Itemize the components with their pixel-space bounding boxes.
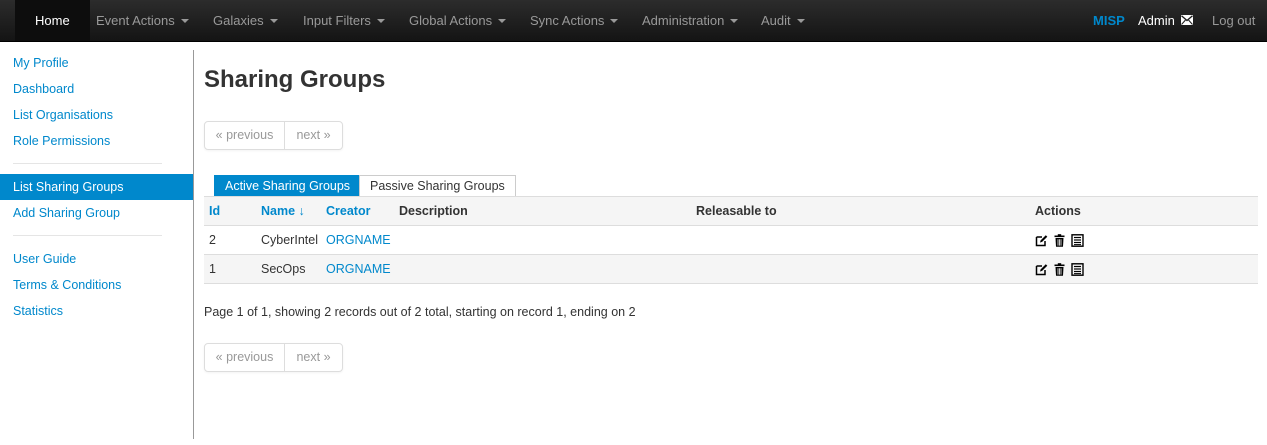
logout-link[interactable]: Log out bbox=[1212, 0, 1255, 41]
cell-creator-link[interactable]: ORGNAME bbox=[326, 255, 391, 283]
sidebar-item-terms-conditions[interactable]: Terms & Conditions bbox=[0, 272, 193, 298]
sidebar: My Profile Dashboard List Organisations … bbox=[0, 50, 194, 439]
nav-label: Input Filters bbox=[303, 13, 371, 28]
cell-name: SecOps bbox=[261, 262, 306, 276]
nav-label: Sync Actions bbox=[530, 13, 605, 28]
previous-page-button[interactable]: « previous bbox=[205, 344, 285, 371]
view-icon[interactable] bbox=[1071, 263, 1084, 276]
nav-label: Audit bbox=[761, 13, 791, 28]
nav-label: Global Actions bbox=[409, 13, 493, 28]
nav-administration[interactable]: Administration bbox=[642, 0, 739, 41]
cell-id: 2 bbox=[209, 233, 216, 247]
caret-down-icon bbox=[376, 18, 385, 23]
caret-down-icon bbox=[796, 18, 805, 23]
edit-icon[interactable] bbox=[1035, 234, 1048, 247]
cell-creator-link[interactable]: ORGNAME bbox=[326, 226, 391, 254]
next-page-button[interactable]: next » bbox=[285, 122, 342, 149]
caret-down-icon bbox=[610, 18, 619, 23]
column-header-creator[interactable]: Creator bbox=[326, 197, 370, 225]
nav-global-actions[interactable]: Global Actions bbox=[409, 0, 507, 41]
top-navbar: Home Event Actions Galaxies Input Filter… bbox=[0, 0, 1267, 42]
brand-logo[interactable]: MISP bbox=[1093, 0, 1125, 41]
tab-passive-sharing-groups[interactable]: Passive Sharing Groups bbox=[359, 175, 516, 197]
delete-icon[interactable] bbox=[1053, 263, 1066, 276]
nav-input-filters[interactable]: Input Filters bbox=[303, 0, 385, 41]
pagination-bottom: « previous next » bbox=[204, 343, 343, 372]
pagination-summary: Page 1 of 1, showing 2 records out of 2 … bbox=[204, 305, 636, 319]
column-header-name[interactable]: Name ↓ bbox=[261, 197, 305, 225]
sidebar-item-statistics[interactable]: Statistics bbox=[0, 298, 193, 324]
sidebar-item-my-profile[interactable]: My Profile bbox=[0, 50, 193, 76]
nav-sync-actions[interactable]: Sync Actions bbox=[530, 0, 619, 41]
nav-label: Administration bbox=[642, 13, 725, 28]
nav-audit[interactable]: Audit bbox=[761, 0, 805, 41]
pagination-top: « previous next » bbox=[204, 121, 343, 150]
caret-down-icon bbox=[269, 18, 278, 23]
sidebar-item-dashboard[interactable]: Dashboard bbox=[0, 76, 193, 102]
edit-icon[interactable] bbox=[1035, 263, 1048, 276]
caret-down-icon bbox=[180, 18, 189, 23]
cell-name: CyberIntel bbox=[261, 233, 318, 247]
nav-event-actions[interactable]: Event Actions bbox=[96, 0, 189, 41]
sidebar-divider bbox=[13, 235, 162, 236]
cell-id: 1 bbox=[209, 262, 216, 276]
sidebar-item-add-sharing-group[interactable]: Add Sharing Group bbox=[0, 200, 193, 226]
caret-down-icon bbox=[730, 18, 739, 23]
sidebar-item-role-permissions[interactable]: Role Permissions bbox=[0, 128, 193, 154]
table-header: Id Name ↓ Creator Description Releasable… bbox=[204, 196, 1258, 226]
column-header-description: Description bbox=[399, 204, 468, 218]
tab-active-sharing-groups[interactable]: Active Sharing Groups bbox=[214, 175, 362, 197]
nav-label: Event Actions bbox=[96, 13, 175, 28]
caret-down-icon bbox=[498, 18, 507, 23]
nav-galaxies[interactable]: Galaxies bbox=[213, 0, 278, 41]
sidebar-item-list-sharing-groups[interactable]: List Sharing Groups bbox=[0, 174, 193, 200]
next-page-button[interactable]: next » bbox=[285, 344, 342, 371]
nav-label: Galaxies bbox=[213, 13, 264, 28]
sidebar-item-list-organisations[interactable]: List Organisations bbox=[0, 102, 193, 128]
table-row: 1 SecOps ORGNAME bbox=[204, 255, 1258, 284]
delete-icon[interactable] bbox=[1053, 234, 1066, 247]
sidebar-item-user-guide[interactable]: User Guide bbox=[0, 246, 193, 272]
column-header-releasable-to: Releasable to bbox=[696, 204, 777, 218]
previous-page-button[interactable]: « previous bbox=[205, 122, 285, 149]
view-icon[interactable] bbox=[1071, 234, 1084, 247]
table-row: 2 CyberIntel ORGNAME bbox=[204, 226, 1258, 255]
mail-icon[interactable] bbox=[1181, 15, 1193, 25]
nav-home[interactable]: Home bbox=[15, 0, 90, 41]
user-name[interactable]: Admin bbox=[1138, 0, 1175, 41]
column-header-id[interactable]: Id bbox=[209, 197, 220, 225]
sidebar-divider bbox=[13, 163, 162, 164]
page-title: Sharing Groups bbox=[204, 66, 386, 93]
column-header-actions: Actions bbox=[1035, 204, 1081, 218]
